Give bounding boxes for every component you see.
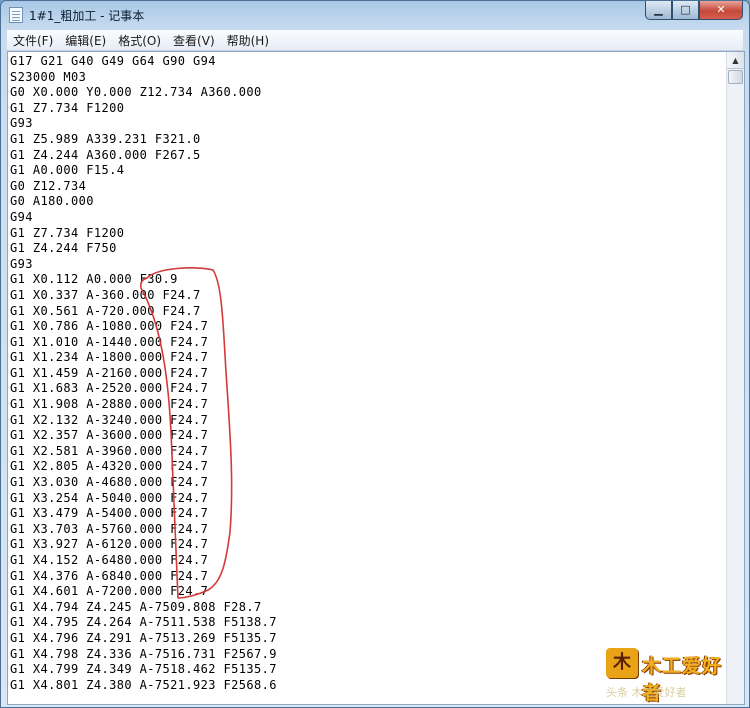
notepad-icon bbox=[9, 7, 23, 23]
red-circle-annotation bbox=[139, 267, 233, 599]
window-title: 1#1_粗加工 - 记事本 bbox=[29, 9, 145, 23]
window-controls: ▁ □ ✕ bbox=[645, 1, 743, 21]
minimize-button[interactable]: ▁ bbox=[645, 1, 672, 20]
vertical-scrollbar[interactable]: ▲ bbox=[726, 52, 744, 704]
text-editor[interactable]: G17 G21 G40 G49 G64 G90 G94 S23000 M03 G0 … bbox=[7, 51, 745, 705]
menu-bar: 文件(F) 编辑(E) 格式(O) 查看(V) 帮助(H) bbox=[7, 30, 743, 51]
scroll-up-arrow-icon[interactable]: ▲ bbox=[727, 52, 744, 69]
menu-view[interactable]: 查看(V) bbox=[167, 32, 221, 49]
watermark-emblem-icon: 木 bbox=[606, 648, 638, 678]
title-bar[interactable]: 1#1_粗加工 - 记事本 ▁ □ ✕ bbox=[1, 1, 749, 29]
close-button[interactable]: ✕ bbox=[699, 1, 743, 20]
watermark-logo: 木 木工爱好者 头条 木工爱好者 bbox=[606, 648, 732, 704]
scroll-thumb[interactable] bbox=[728, 70, 743, 84]
maximize-button[interactable]: □ bbox=[672, 1, 699, 20]
menu-format[interactable]: 格式(O) bbox=[112, 32, 167, 49]
menu-edit[interactable]: 编辑(E) bbox=[59, 32, 112, 49]
menu-help[interactable]: 帮助(H) bbox=[221, 32, 275, 49]
watermark-subtext: 头条 木工爱好者 bbox=[606, 686, 687, 699]
notepad-window: 1#1_粗加工 - 记事本 ▁ □ ✕ 文件(F) 编辑(E) 格式(O) 查看… bbox=[0, 0, 750, 708]
menu-file[interactable]: 文件(F) bbox=[7, 32, 59, 49]
